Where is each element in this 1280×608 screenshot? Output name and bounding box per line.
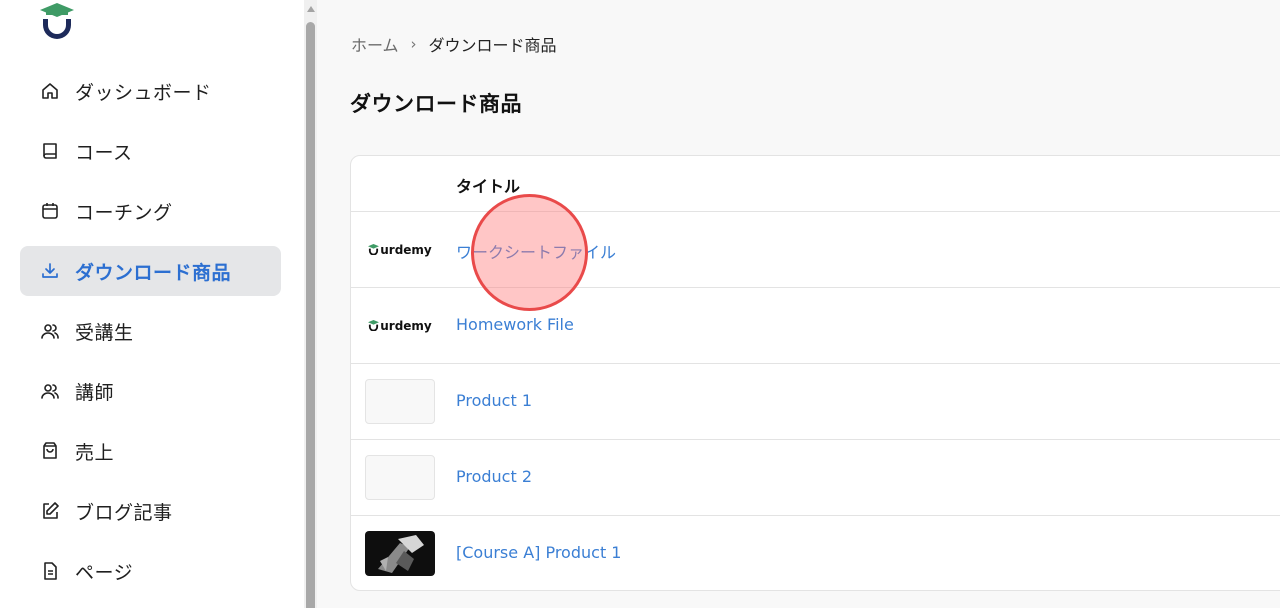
users-icon [40, 321, 60, 341]
sidebar-item-pages[interactable]: ページ [20, 546, 281, 596]
sidebar-item-label: ページ [75, 561, 134, 584]
product-thumbnail [365, 379, 435, 424]
table-header: タイトル [351, 156, 1280, 212]
sidebar-item-label: 受講生 [75, 321, 134, 344]
sidebar-item-blog[interactable]: ブログ記事 [20, 486, 281, 536]
users-icon [40, 381, 60, 401]
breadcrumb-separator: › [410, 35, 417, 53]
table-row[interactable]: Product 2 [351, 440, 1280, 516]
column-header-title: タイトル [456, 177, 521, 196]
product-title-link[interactable]: [Course A] Product 1 [456, 543, 621, 562]
product-title-link[interactable]: Product 2 [456, 467, 532, 486]
brand-logo: urdemy [368, 243, 432, 257]
product-title-link[interactable]: ワークシートファイル [456, 239, 616, 263]
table-row[interactable]: urdemy Homework File [351, 288, 1280, 364]
products-table: タイトル urdemy ワークシートファイル urdemy Homework F… [350, 155, 1280, 591]
table-row[interactable]: urdemy ワークシートファイル [351, 212, 1280, 288]
sidebar-item-courses[interactable]: コース [20, 126, 281, 176]
home-icon [40, 81, 60, 101]
download-icon [40, 261, 60, 281]
sidebar-item-students[interactable]: 受講生 [20, 306, 281, 356]
sidebar-item-instructors[interactable]: 講師 [20, 366, 281, 416]
sidebar-item-label: 講師 [75, 381, 115, 404]
product-thumbnail: urdemy [365, 303, 435, 348]
edit-icon [40, 501, 60, 521]
product-thumbnail [365, 455, 435, 500]
sidebar-scrollbar[interactable] [304, 0, 317, 608]
product-thumbnail [365, 531, 435, 576]
scroll-thumb[interactable] [306, 22, 315, 608]
shopping-bag-icon [40, 441, 60, 461]
sidebar-item-downloads[interactable]: ダウンロード商品 [20, 246, 281, 296]
table-row[interactable]: [Course A] Product 1 [351, 516, 1280, 590]
app-logo[interactable] [40, 3, 74, 39]
page-title: ダウンロード商品 [350, 92, 522, 116]
sidebar-item-label: コーチング [75, 201, 173, 224]
table-row[interactable]: Product 1 [351, 364, 1280, 440]
sidebar-item-label: ダッシュボード [75, 81, 212, 104]
breadcrumb: ホーム › ダウンロード商品 [351, 32, 557, 56]
sidebar-item-label: ブログ記事 [75, 501, 173, 524]
book-icon [40, 141, 60, 161]
sidebar-item-coaching[interactable]: コーチング [20, 186, 281, 236]
document-icon [40, 561, 60, 581]
sidebar: ダッシュボード コース コーチング ダウンロード商品 受講生 講師 売上 ブログ… [0, 0, 304, 608]
product-title-link[interactable]: Product 1 [456, 391, 532, 410]
sidebar-item-sales[interactable]: 売上 [20, 426, 281, 476]
sidebar-item-label: コース [75, 141, 133, 164]
sidebar-nav: ダッシュボード コース コーチング ダウンロード商品 受講生 講師 売上 ブログ… [20, 66, 281, 606]
sidebar-item-dashboard[interactable]: ダッシュボード [20, 66, 281, 116]
brand-logo: urdemy [368, 319, 432, 333]
product-title-link[interactable]: Homework File [456, 315, 574, 334]
sidebar-item-label: ダウンロード商品 [75, 261, 232, 284]
sidebar-item-label: 売上 [75, 441, 115, 464]
breadcrumb-current: ダウンロード商品 [428, 36, 557, 55]
product-thumbnail: urdemy [365, 227, 435, 272]
calendar-icon [40, 201, 60, 221]
breadcrumb-home-link[interactable]: ホーム [351, 32, 399, 56]
scroll-up-arrow-icon[interactable] [307, 6, 315, 12]
